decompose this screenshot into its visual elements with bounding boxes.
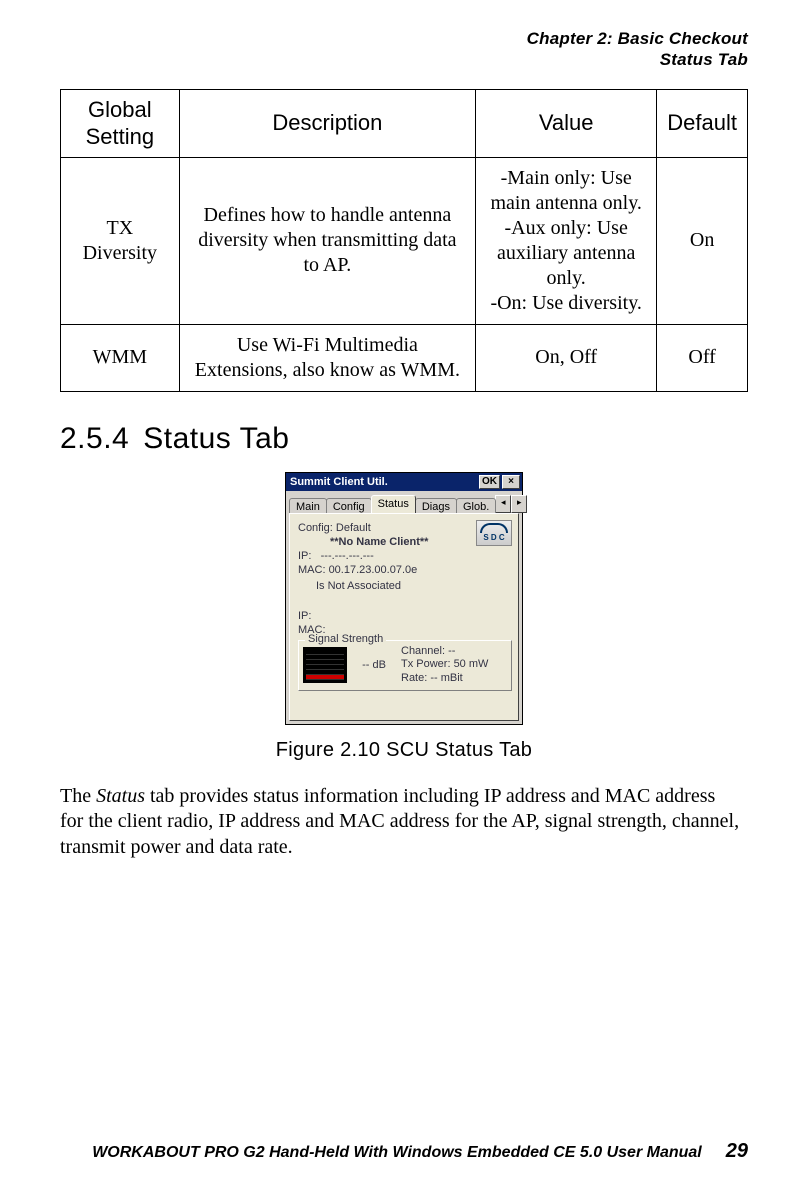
tab-status[interactable]: Status — [371, 495, 416, 513]
cell-default: On — [657, 157, 748, 324]
scu-screenshot: Summit Client Util. OK × Main Config Sta… — [285, 472, 523, 725]
sdc-logo-text: S D C — [483, 534, 504, 542]
figure-caption: Figure 2.10 SCU Status Tab — [60, 739, 748, 762]
tab-scroll-left-button[interactable]: ◂ — [495, 495, 511, 513]
page-number: 29 — [726, 1140, 748, 1163]
table-row: TX Diversity Defines how to handle anten… — [61, 157, 748, 324]
section-line: Status Tab — [60, 49, 748, 70]
tab-strip: Main Config Status Diags Glob. ◂ ▸ — [286, 491, 522, 513]
sdc-logo-icon: S D C — [476, 520, 512, 546]
ip-label: IP: — [298, 550, 311, 562]
signal-meter-icon — [303, 647, 347, 683]
para-italic: Status — [96, 785, 145, 807]
cell-value: -Main only: Use main antenna only. -Aux … — [476, 157, 657, 324]
title-bar: Summit Client Util. OK × — [286, 473, 522, 491]
cell-description: Use Wi-Fi Multimedia Extensions, also kn… — [179, 324, 475, 391]
global-settings-table: Global Setting Description Value Default… — [60, 89, 748, 392]
ip-value: ---.---.---.--- — [321, 550, 374, 562]
table-header-row: Global Setting Description Value Default — [61, 89, 748, 157]
th-default: Default — [657, 89, 748, 157]
tab-diags[interactable]: Diags — [415, 498, 457, 514]
signal-strength-group: Signal Strength -- dB Channel: -- Tx Pow… — [298, 640, 512, 691]
tab-scroll: ◂ ▸ — [495, 495, 527, 513]
rate-value: Rate: -- mBit — [401, 672, 488, 686]
window-title: Summit Client Util. — [290, 476, 477, 488]
cell-setting: WMM — [61, 324, 180, 391]
ip-label: IP: — [298, 610, 311, 622]
channel-value: Channel: -- — [401, 645, 488, 659]
status-panel: S D C Config: Default **No Name Client**… — [289, 513, 519, 721]
client-mac-line: MAC: 00.17.23.00.07.0e — [298, 564, 512, 576]
para-prefix: The — [60, 785, 96, 807]
section-title: Status Tab — [143, 422, 289, 455]
tab-config[interactable]: Config — [326, 498, 372, 514]
section-number: 2.5.4 — [60, 422, 129, 455]
cell-value: On, Off — [476, 324, 657, 391]
ok-button[interactable]: OK — [479, 475, 500, 489]
tab-main[interactable]: Main — [289, 498, 327, 514]
signal-legend: Signal Strength — [305, 633, 386, 645]
cell-description: Defines how to handle antenna diversity … — [179, 157, 475, 324]
association-status: Is Not Associated — [298, 580, 512, 592]
cell-default: Off — [657, 324, 748, 391]
manual-title: WORKABOUT PRO G2 Hand-Held With Windows … — [92, 1144, 702, 1162]
section-heading: 2.5.4 Status Tab — [60, 422, 748, 456]
th-global-setting: Global Setting — [61, 89, 180, 157]
th-description: Description — [179, 89, 475, 157]
scu-window: Summit Client Util. OK × Main Config Sta… — [285, 472, 523, 725]
th-value: Value — [476, 89, 657, 157]
txpower-value: Tx Power: 50 mW — [401, 658, 488, 672]
ap-ip-line: IP: — [298, 610, 512, 622]
client-ip-line: IP: ---.---.---.--- — [298, 550, 512, 562]
page-footer: WORKABOUT PRO G2 Hand-Held With Windows … — [60, 1140, 748, 1163]
table-row: WMM Use Wi-Fi Multimedia Extensions, als… — [61, 324, 748, 391]
cell-setting: TX Diversity — [61, 157, 180, 324]
chapter-line: Chapter 2: Basic Checkout — [527, 29, 748, 48]
mac-value: 00.17.23.00.07.0e — [329, 564, 418, 576]
mac-label: MAC: — [298, 564, 326, 576]
tab-global[interactable]: Glob. — [456, 498, 496, 514]
signal-db-value: -- dB — [357, 659, 391, 671]
tab-scroll-right-button[interactable]: ▸ — [511, 495, 527, 513]
para-rest: tab provides status information includin… — [60, 785, 739, 858]
signal-info: Channel: -- Tx Power: 50 mW Rate: -- mBi… — [401, 645, 488, 686]
running-header: Chapter 2: Basic Checkout Status Tab — [60, 28, 748, 71]
body-paragraph: The Status tab provides status informati… — [60, 784, 742, 861]
close-button[interactable]: × — [502, 475, 520, 489]
